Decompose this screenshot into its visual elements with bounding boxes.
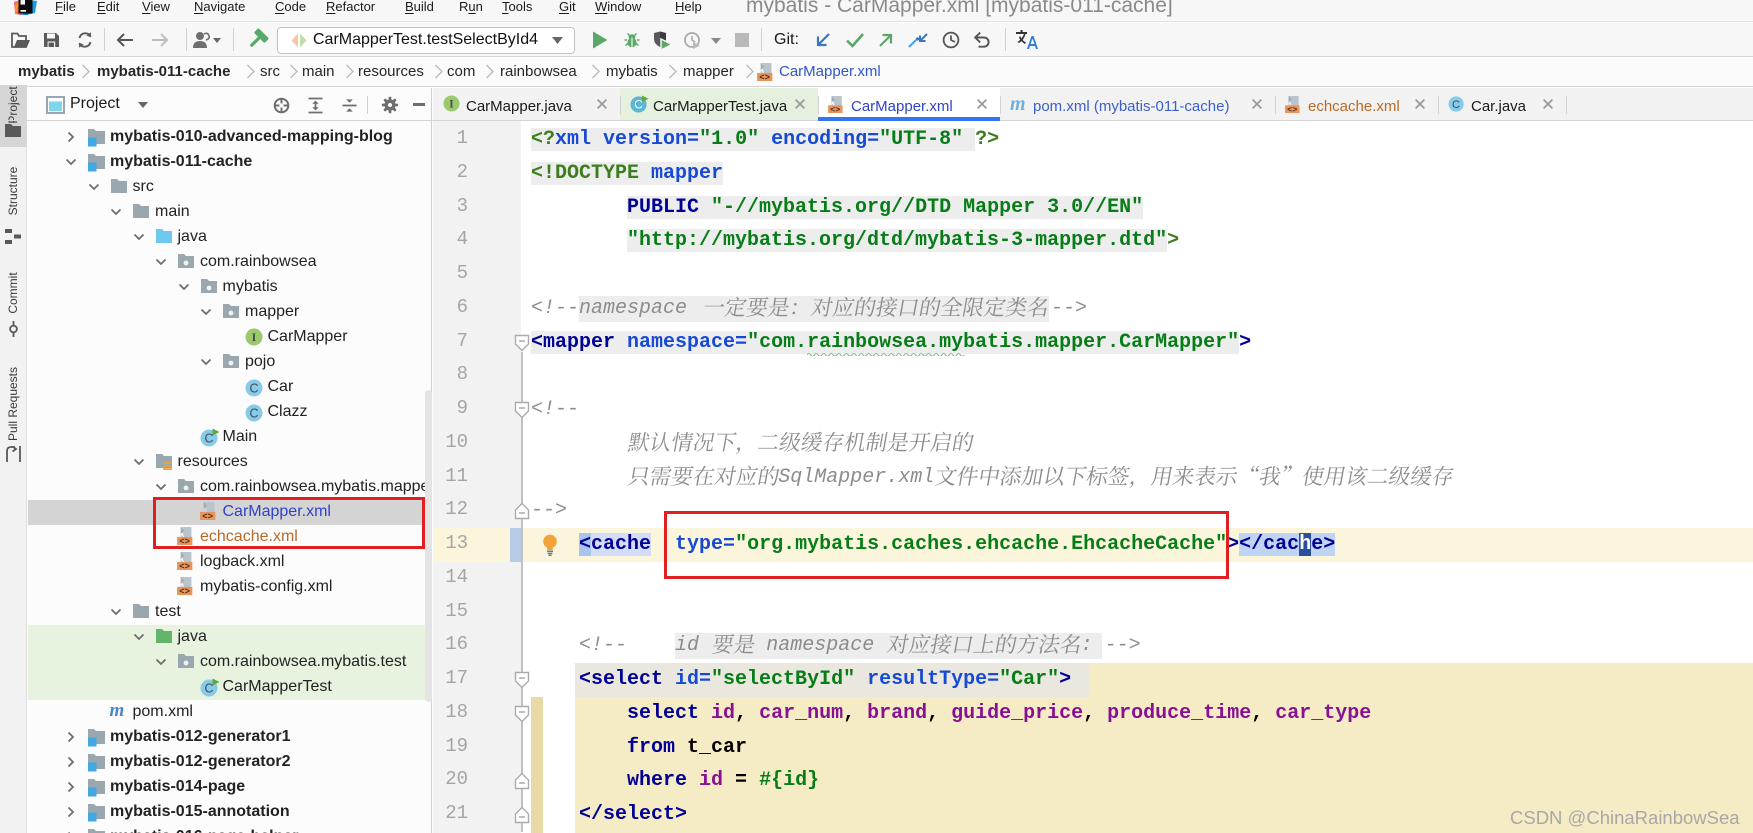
- svg-text:C: C: [1452, 99, 1460, 111]
- svg-text:C: C: [204, 432, 213, 446]
- svg-text:<>: <>: [830, 105, 840, 113]
- svg-text:<>: <>: [759, 73, 770, 81]
- svg-text:I: I: [449, 98, 454, 110]
- svg-text:C: C: [249, 382, 258, 396]
- svg-text:<>: <>: [179, 587, 190, 595]
- svg-text:C: C: [204, 682, 213, 696]
- svg-text:<>: <>: [179, 562, 190, 570]
- svg-text:<>: <>: [1287, 105, 1297, 113]
- svg-text:C: C: [249, 407, 258, 421]
- svg-text:I: I: [251, 330, 256, 344]
